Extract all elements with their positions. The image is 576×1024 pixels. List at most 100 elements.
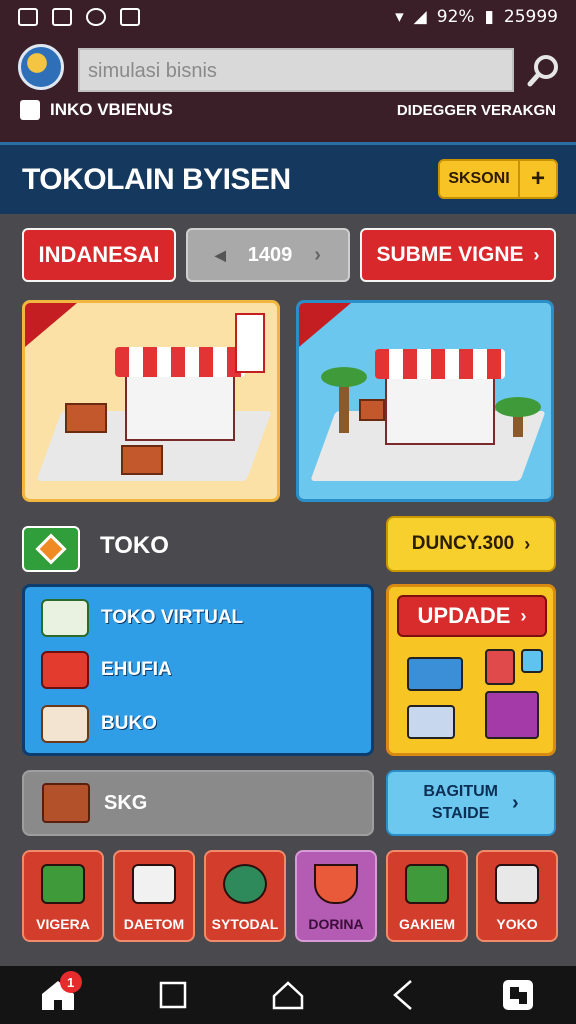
app-logo[interactable]	[18, 44, 64, 90]
chevron-right-icon: ›	[511, 791, 519, 814]
money-button[interactable]: DUNCY.300 ›	[386, 516, 556, 572]
n-app-icon	[52, 8, 72, 26]
nav-bar: 1	[0, 966, 576, 1024]
ribbon-icon	[25, 303, 77, 347]
basket-icon	[314, 864, 358, 904]
truck-icon	[41, 705, 89, 743]
header-right-link[interactable]: DIDEGGER VERAKGN	[397, 102, 556, 119]
crate-icon	[359, 399, 385, 421]
subme-button[interactable]: SUBME VIGNE ›	[360, 228, 556, 282]
crate-icon	[405, 864, 449, 904]
app-header: simulasi bisnis INKO VBIENUS DIDEGGER VE…	[0, 34, 576, 142]
status-bar: ▾ ◢ 92% ▮ 25999	[0, 0, 576, 34]
gallery-icon	[18, 8, 38, 26]
edit-icon	[120, 8, 140, 26]
assistant-icon[interactable]	[498, 975, 538, 1015]
record-icon	[86, 8, 106, 26]
skg-label: SKG	[104, 791, 148, 814]
account-label: INKO VBIENUS	[50, 100, 173, 119]
sign-board-icon	[235, 313, 265, 373]
menu-panel: TOKO VIRTUAL EHUFIA BUKO	[22, 584, 374, 756]
menu-item-label: EHUFIA	[101, 659, 172, 680]
plus-icon[interactable]: +	[518, 161, 556, 197]
tile-yoko[interactable]: YOKO	[476, 850, 558, 942]
back-icon[interactable]	[383, 975, 423, 1015]
shop-card-market[interactable]	[22, 300, 280, 502]
title-band: TOKOLAIN BYISEN SKSONI +	[0, 142, 576, 214]
phone-icon	[407, 657, 463, 691]
cash-register-icon	[41, 651, 89, 689]
cube-icon	[485, 691, 539, 739]
search-input[interactable]: simulasi bisnis	[78, 48, 514, 92]
toko-icon[interactable]	[22, 526, 80, 572]
tile-label: GAKIEM	[399, 916, 455, 932]
tile-daetom[interactable]: DAETOM	[113, 850, 195, 942]
search-icon[interactable]	[522, 48, 566, 92]
home-icon[interactable]: 1	[38, 971, 82, 1015]
pager-prev-icon[interactable]: ◀	[215, 247, 226, 264]
fruit-icon	[223, 864, 267, 904]
page-title: TOKOLAIN BYISEN	[22, 163, 291, 196]
worker-icon	[41, 599, 89, 637]
pager: ◀ 1409 ›	[186, 228, 350, 282]
battery-icon: ▮	[484, 7, 494, 27]
receipt-icon	[132, 864, 176, 904]
device-icon	[407, 705, 455, 739]
chest-icon	[42, 783, 90, 823]
menu-item-label: TOKO VIRTUAL	[101, 607, 244, 628]
update-panel: UPDADE ›	[386, 584, 556, 756]
skg-button[interactable]: SKG	[22, 770, 374, 836]
tablet-icon	[485, 649, 515, 685]
tile-label: DORINA	[308, 916, 364, 932]
update-button[interactable]: UPDADE ›	[397, 595, 547, 637]
region-button[interactable]: INDANESAI	[22, 228, 176, 282]
tile-dorina[interactable]: DORINA	[295, 850, 377, 942]
notification-badge: 1	[59, 971, 82, 993]
season-label: SKSONI	[448, 170, 510, 187]
menu-item-label: BUKO	[101, 713, 157, 734]
recent-apps-icon[interactable]	[153, 975, 193, 1015]
shop-card-store[interactable]	[296, 300, 554, 502]
machine-icon	[495, 864, 539, 904]
money-value: DUNCY.300	[411, 533, 515, 554]
pager-next-icon[interactable]: ›	[314, 244, 321, 267]
menu-item-toko-virtual[interactable]: TOKO VIRTUAL	[41, 599, 243, 637]
tile-label: SYTODAL	[211, 916, 279, 932]
subme-label: SUBME VIGNE	[376, 243, 524, 266]
signal-icon: ◢	[413, 7, 427, 27]
season-button[interactable]: SKSONI +	[438, 159, 558, 199]
chevron-right-icon: ›	[520, 605, 527, 626]
wifi-icon: ▾	[395, 7, 404, 27]
menu-item-buko[interactable]: BUKO	[41, 705, 157, 743]
tile-label: VIGERA	[36, 916, 90, 932]
palm-tree-icon	[321, 367, 367, 433]
menu-item-ehufia[interactable]: EHUFIA	[41, 651, 172, 689]
awning-decoration	[115, 347, 245, 377]
tile-sytodal[interactable]: SYTODAL	[204, 850, 286, 942]
strategy-line1: BAGITUM	[423, 783, 498, 800]
screen-icon	[521, 649, 543, 673]
update-label: UPDADE	[417, 603, 511, 628]
chevron-right-icon: ›	[533, 244, 540, 265]
tile-vigera[interactable]: VIGERA	[22, 850, 104, 942]
pager-value: 1409	[247, 243, 293, 266]
tile-label: DAETOM	[123, 916, 185, 932]
region-label: INDANESAI	[38, 242, 160, 267]
tile-label: YOKO	[496, 916, 538, 932]
account-link[interactable]: INKO VBIENUS	[20, 100, 173, 120]
crate-icon	[121, 445, 163, 475]
awning-decoration	[375, 349, 505, 379]
cash-box-icon	[41, 864, 85, 904]
plant-icon	[495, 397, 541, 437]
clock: 25999	[503, 7, 558, 27]
battery-percent: 92%	[436, 7, 475, 27]
tile-gakiem[interactable]: GAKIEM	[386, 850, 468, 942]
home-button-icon[interactable]	[268, 975, 308, 1015]
crate-icon	[65, 403, 107, 433]
chevron-right-icon: ›	[524, 533, 531, 554]
strategy-line2: STAIDE	[431, 805, 490, 822]
bag-icon	[20, 100, 40, 120]
toko-label: TOKO	[100, 532, 169, 559]
strategy-button[interactable]: BAGITUM STAIDE ›	[386, 770, 556, 836]
ribbon-icon	[299, 303, 351, 347]
